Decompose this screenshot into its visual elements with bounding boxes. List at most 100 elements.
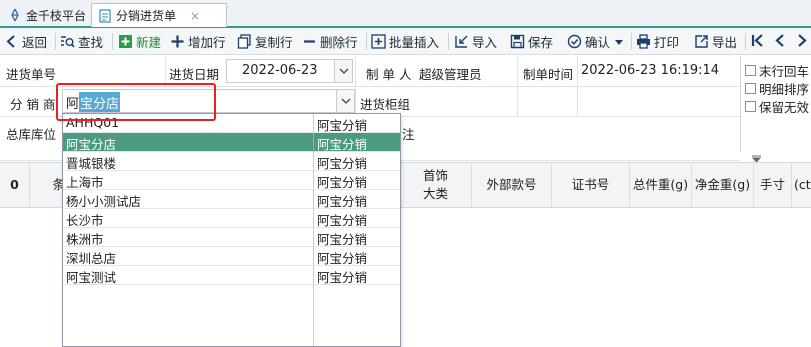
- find-button[interactable]: 查找: [60, 30, 103, 53]
- column-divider: [313, 228, 314, 247]
- app-logo-icon: [8, 8, 22, 22]
- dropdown-option-type: 阿宝分销: [317, 175, 368, 190]
- purchase-date-field[interactable]: 2022-06-23: [226, 59, 353, 83]
- distributor-dropdown-list: AHHQ01 阿宝分销 阿宝分店 阿宝分销 晋城银楼 阿宝分销 上海市 阿宝分销 杨小小测试店阿…: [62, 113, 401, 347]
- previous-record-button[interactable]: [774, 30, 786, 53]
- form-divider: [355, 56, 356, 116]
- column-header-total-weight[interactable]: 总件重(g): [630, 163, 692, 207]
- export-label: 导出: [712, 35, 738, 50]
- add-row-label: 增加行: [188, 35, 226, 50]
- dropdown-option-type: 阿宝分销: [317, 251, 368, 266]
- toolbar-divider: [55, 33, 56, 50]
- column-divider: [313, 266, 314, 285]
- dropdown-option-type: 阿宝分销: [317, 270, 368, 285]
- dropdown-option-name: 阿宝测试: [66, 270, 117, 285]
- column-divider: [313, 209, 314, 228]
- close-icon[interactable]: ×: [190, 9, 200, 23]
- chevron-down-icon: [339, 68, 348, 74]
- batch-insert-label: 批量插入: [389, 35, 440, 50]
- add-row-button[interactable]: 增加行: [170, 30, 226, 53]
- chevron-down-icon: [341, 98, 350, 104]
- search-list-icon: [60, 34, 75, 49]
- row-number-cell: 0: [0, 163, 30, 207]
- column-divider: [313, 171, 314, 190]
- back-label: 返回: [22, 35, 48, 50]
- print-button[interactable]: 打印: [636, 30, 679, 53]
- new-button[interactable]: 新建: [118, 30, 161, 53]
- column-header-carat-partial[interactable]: (ct: [792, 163, 811, 207]
- copy-row-button[interactable]: 复制行: [237, 30, 293, 53]
- dropdown-option[interactable]: 上海市 阿宝分销: [63, 171, 400, 190]
- print-label: 打印: [654, 35, 680, 50]
- remark-label: 注: [402, 127, 415, 142]
- column-header-jewelry-category[interactable]: 首饰 大类: [400, 163, 472, 207]
- minus-icon: [302, 34, 317, 49]
- checkbox-box[interactable]: [745, 101, 756, 112]
- creator-value: 超级管理员: [419, 67, 482, 82]
- first-record-button[interactable]: [751, 30, 765, 53]
- counter-field[interactable]: [416, 89, 516, 113]
- tab-distribution-purchase[interactable]: 分销进货单 ×: [91, 3, 227, 27]
- highlight-annotation: [56, 83, 216, 121]
- confirm-button[interactable]: 确认: [567, 30, 624, 53]
- keep-invalid-checkbox[interactable]: 保留无效: [745, 97, 809, 116]
- chevron-left-icon: [774, 33, 786, 51]
- purchase-no-field[interactable]: [63, 59, 163, 83]
- tab-home-label: 金千枝平台: [26, 8, 87, 23]
- tab-bar: 金千枝平台 分销进货单 ×: [0, 0, 811, 28]
- save-button[interactable]: 保存: [510, 30, 553, 53]
- detail-sort-checkbox[interactable]: 明细排序: [745, 79, 809, 98]
- column-divider: [313, 190, 314, 209]
- last-row-enter-checkbox[interactable]: 末行回车: [745, 61, 809, 80]
- batch-insert-button[interactable]: 批量插入: [371, 30, 439, 53]
- plus-square-icon: [118, 34, 133, 49]
- column-divider: [313, 152, 314, 171]
- copy-icon: [237, 34, 252, 49]
- dropdown-option-name: 株洲市: [66, 232, 104, 247]
- dropdown-option-type: 阿宝分销: [317, 232, 368, 247]
- printer-icon: [636, 34, 651, 49]
- next-record-button[interactable]: [796, 30, 808, 53]
- column-divider: [313, 247, 314, 266]
- tab-home[interactable]: 金千枝平台: [2, 3, 92, 27]
- delete-row-button[interactable]: 删除行: [302, 30, 358, 53]
- copy-row-label: 复制行: [255, 35, 293, 50]
- document-icon: [98, 8, 112, 23]
- caret-down-icon[interactable]: [615, 34, 624, 49]
- export-button[interactable]: 导出: [694, 30, 737, 53]
- batch-insert-icon: [371, 34, 386, 49]
- column-header-net-gold-weight[interactable]: 净金重(g): [692, 163, 754, 207]
- plus-icon: [170, 34, 185, 49]
- dropdown-option[interactable]: 阿宝测试 阿宝分销: [63, 266, 400, 285]
- column-divider: [313, 285, 314, 346]
- form-divider: [165, 56, 166, 86]
- import-label: 导入: [472, 35, 498, 50]
- dropdown-option[interactable]: 深圳总店 阿宝分销: [63, 247, 400, 266]
- distributor-dropdown-button[interactable]: [336, 90, 354, 112]
- column-header-ring-size[interactable]: 手寸: [754, 163, 792, 207]
- check-circle-icon: [567, 34, 582, 49]
- checkbox-box[interactable]: [745, 65, 756, 76]
- dropdown-option[interactable]: 株洲市 阿宝分销: [63, 228, 400, 247]
- column-header-certificate-no[interactable]: 证书号: [552, 163, 630, 207]
- dropdown-option-type: 阿宝分销: [317, 194, 368, 209]
- save-icon: [510, 34, 525, 49]
- delete-row-label: 删除行: [320, 35, 358, 50]
- dropdown-option-type: 阿宝分销: [317, 156, 368, 171]
- back-button[interactable]: 返回: [4, 30, 47, 53]
- dropdown-option[interactable]: 阿宝分店 阿宝分销: [63, 133, 400, 152]
- toolbar: 返回 查找 新建 增加行 复制行 删除行 批量插入 导入 保存 确认 打印 导出: [0, 28, 811, 55]
- dropdown-option[interactable]: 杨小小测试店 阿宝分销: [63, 190, 400, 209]
- dropdown-option[interactable]: 晋城银楼 阿宝分销: [63, 152, 400, 171]
- keep-invalid-label: 保留无效: [759, 100, 810, 115]
- column-header-external-style-no[interactable]: 外部款号: [472, 163, 552, 207]
- import-button[interactable]: 导入: [454, 30, 497, 53]
- tab-active-label: 分销进货单: [116, 9, 177, 23]
- dropdown-option-name: 阿宝分店: [66, 137, 117, 152]
- distributor-label: 分 销 商: [10, 97, 56, 112]
- find-label: 查找: [78, 35, 104, 50]
- checkbox-box[interactable]: [745, 83, 756, 94]
- date-dropdown-button[interactable]: [334, 60, 352, 82]
- dropdown-option[interactable]: 长沙市 阿宝分销: [63, 209, 400, 228]
- chevron-right-icon: [796, 33, 808, 51]
